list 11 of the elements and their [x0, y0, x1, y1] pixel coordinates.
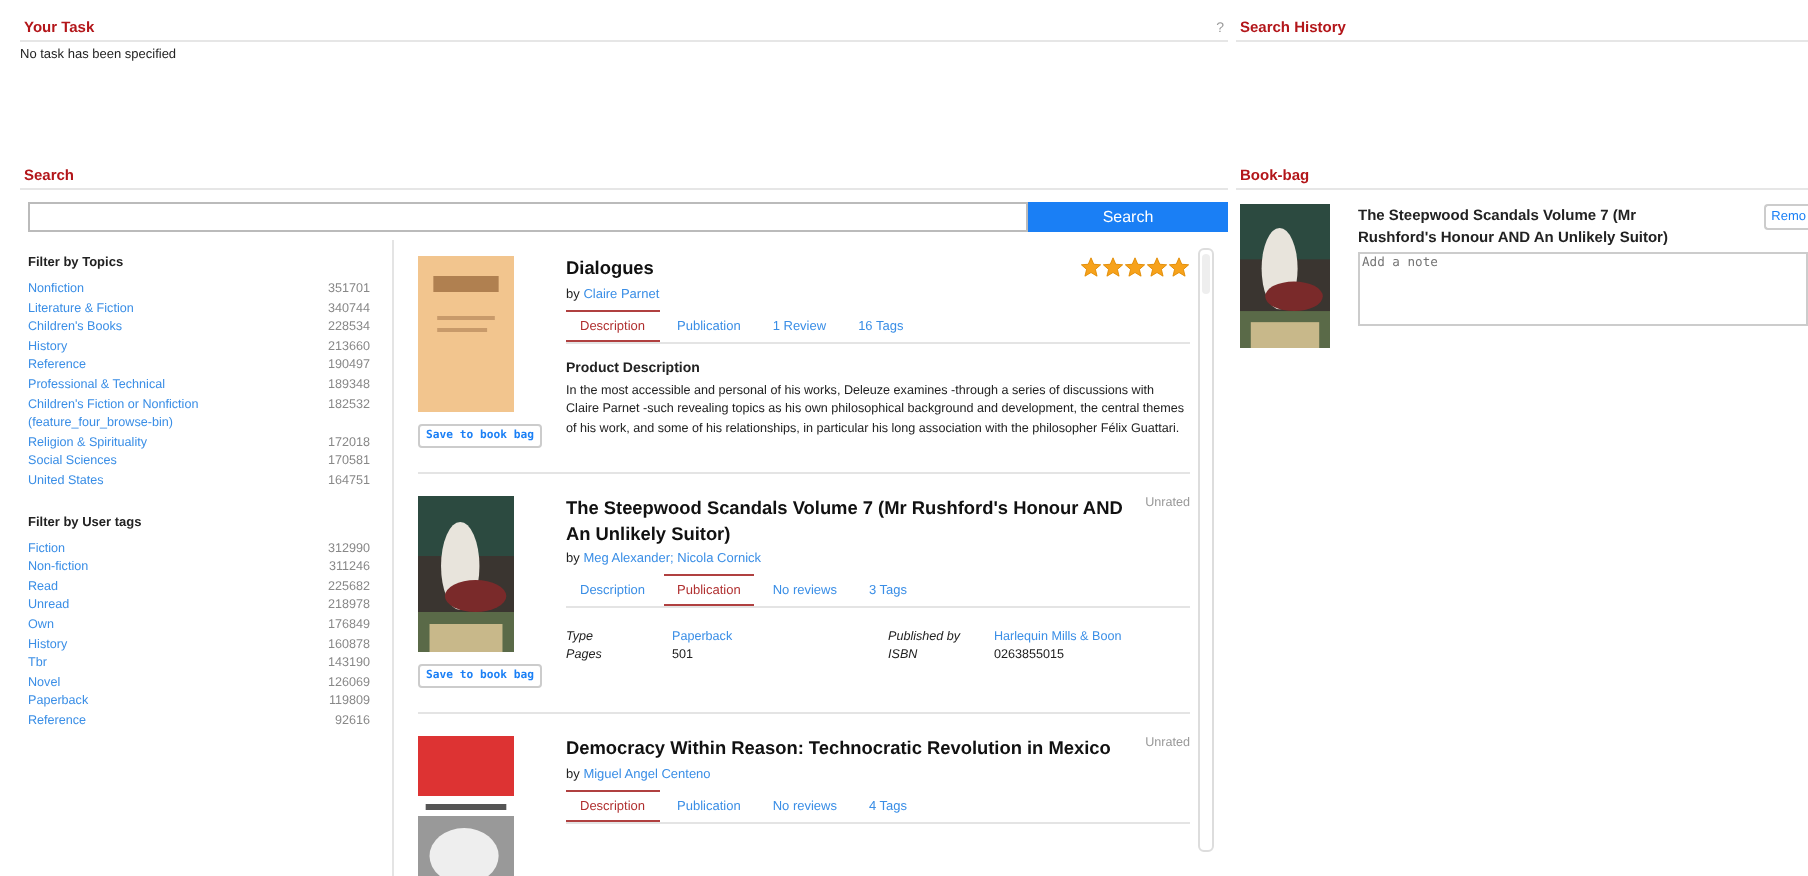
book-title[interactable]: Dialogues	[566, 256, 654, 281]
search-button[interactable]: Search	[1028, 202, 1228, 232]
star-icon	[1102, 256, 1124, 278]
search-field[interactable]	[28, 202, 1028, 232]
scrollbar[interactable]	[1198, 248, 1214, 852]
star-icon	[1124, 256, 1146, 278]
star-icon	[1168, 256, 1190, 278]
star-icon	[1080, 256, 1102, 278]
star-icon	[1146, 256, 1168, 278]
book-title[interactable]: The Steepwood Scandals Volume 7 (Mr Rushford's Honour AND An Unlikely Suitor)	[566, 496, 1130, 546]
book-title[interactable]: Democracy Within Reason: Technocratic Revolution in Mexico	[566, 736, 1111, 761]
